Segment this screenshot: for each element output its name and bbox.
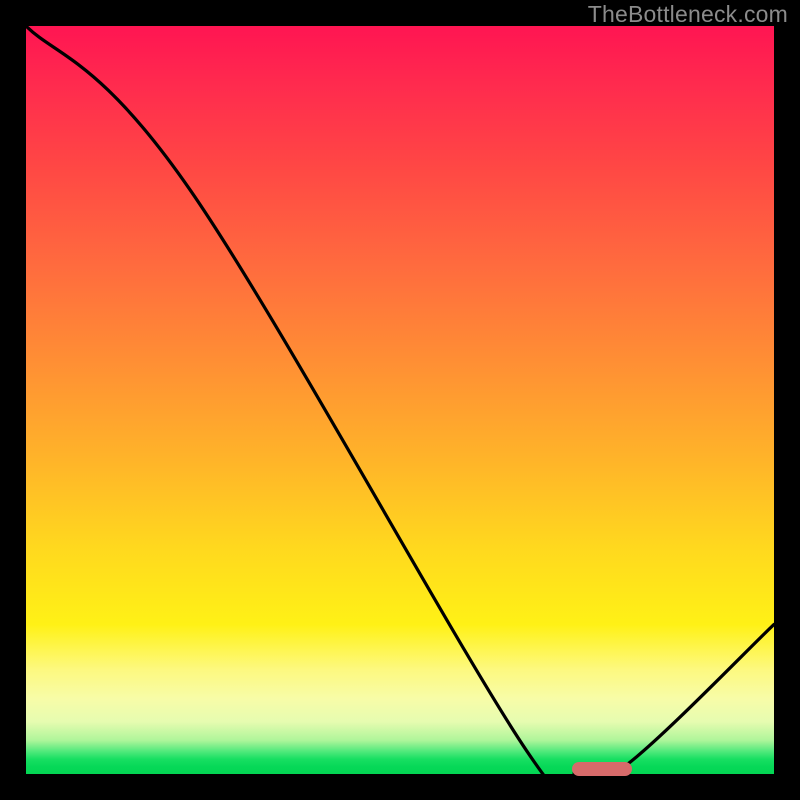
watermark-text: TheBottleneck.com <box>588 1 788 28</box>
heat-gradient <box>26 26 774 774</box>
chart-frame: TheBottleneck.com <box>0 0 800 800</box>
optimal-range-marker <box>572 762 632 776</box>
plot-area <box>26 26 774 774</box>
